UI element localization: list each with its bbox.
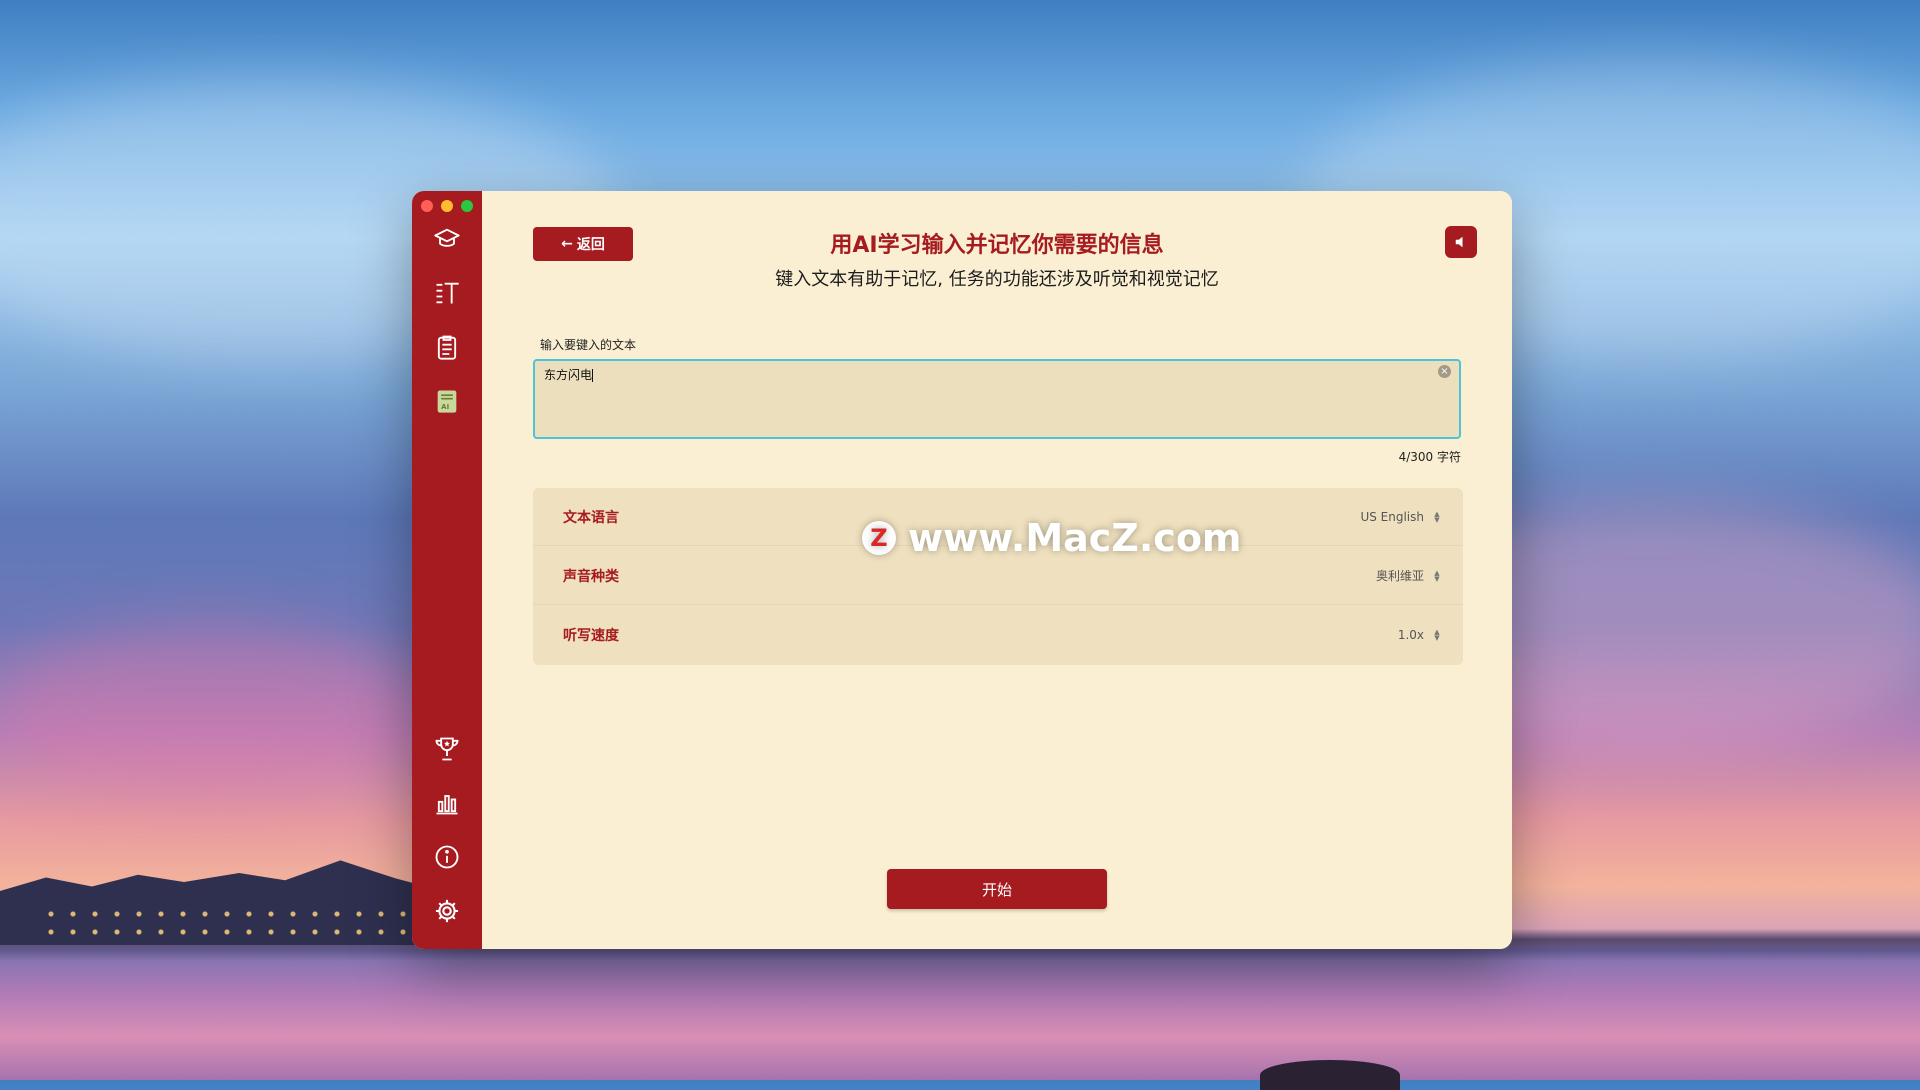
- clipboard-icon[interactable]: [430, 330, 464, 364]
- character-counter: 4/300 字符: [1398, 450, 1461, 464]
- page-subtitle: 键入文本有助于记忆, 任务的功能还涉及听觉和视觉记忆: [775, 269, 1219, 290]
- setting-label: 文本语言: [563, 509, 619, 526]
- bar-chart-icon[interactable]: [430, 786, 464, 820]
- graduation-cap-icon[interactable]: [430, 222, 464, 256]
- settings-gear-icon[interactable]: [430, 894, 464, 928]
- sidebar: AI: [412, 191, 482, 949]
- setting-value: US English: [1360, 509, 1424, 524]
- text-input-value: 东方闪电: [544, 368, 593, 382]
- watermark-logo: Z: [862, 521, 896, 555]
- setting-label: 听写速度: [563, 628, 619, 644]
- input-label: 输入要键入的文本: [540, 338, 637, 352]
- language-select[interactable]: US English ▲ ▼: [1360, 510, 1442, 524]
- close-window-button[interactable]: [421, 200, 433, 212]
- trophy-icon[interactable]: [430, 732, 464, 766]
- chevron-updown-icon: ▲ ▼: [1434, 568, 1440, 583]
- setting-value: 1.0x: [1397, 628, 1424, 642]
- clear-icon[interactable]: ×: [1438, 365, 1451, 378]
- sky-cloud: [0, 620, 420, 800]
- window-controls: [421, 200, 473, 212]
- page-title: 用AI学习输入并记忆你需要的信息: [830, 233, 1164, 258]
- settings-panel: 文本语言 US English ▲ ▼ 声音种类 奥利维亚 ▲ ▼ 听写速度 1.0…: [533, 488, 1463, 665]
- text-size-icon[interactable]: [430, 276, 464, 310]
- stepper-arrows-icon: ▲ ▼: [1434, 628, 1440, 642]
- rock: [1260, 1060, 1400, 1090]
- info-icon[interactable]: [430, 840, 464, 874]
- chevron-updown-icon: ▲ ▼: [1434, 509, 1440, 524]
- watermark: Z www.MacZ.com: [862, 516, 1242, 560]
- main-panel: ← 返回 用AI学习输入并记忆你需要的信息 键入文本有助于记忆, 任务的功能还涉…: [482, 191, 1512, 949]
- ai-notebook-icon[interactable]: AI: [430, 384, 464, 418]
- speed-stepper[interactable]: 1.0x ▲ ▼: [1398, 628, 1442, 642]
- svg-text:AI: AI: [441, 403, 449, 411]
- start-button[interactable]: 开始: [887, 869, 1107, 909]
- text-caret: [592, 369, 594, 382]
- minimize-window-button[interactable]: [441, 200, 453, 212]
- text-input[interactable]: 东方闪电 ×: [533, 359, 1461, 439]
- app-window: AI ← 返回 用AI学习输入并记忆你需要的信息 键入文本有助于记忆, 任务的功…: [412, 191, 1512, 949]
- speaker-icon: [1455, 236, 1463, 248]
- speaker-button[interactable]: [1445, 226, 1477, 258]
- voice-select[interactable]: 奥利维亚 ▲ ▼: [1376, 567, 1442, 584]
- setting-value: 奥利维亚: [1375, 569, 1424, 583]
- zoom-window-button[interactable]: [461, 200, 473, 212]
- city-lights: [40, 905, 420, 945]
- setting-row-speed: 听写速度 1.0x ▲ ▼: [533, 606, 1463, 664]
- watermark-text: www.MacZ.com: [908, 516, 1242, 560]
- setting-label: 声音种类: [563, 568, 619, 585]
